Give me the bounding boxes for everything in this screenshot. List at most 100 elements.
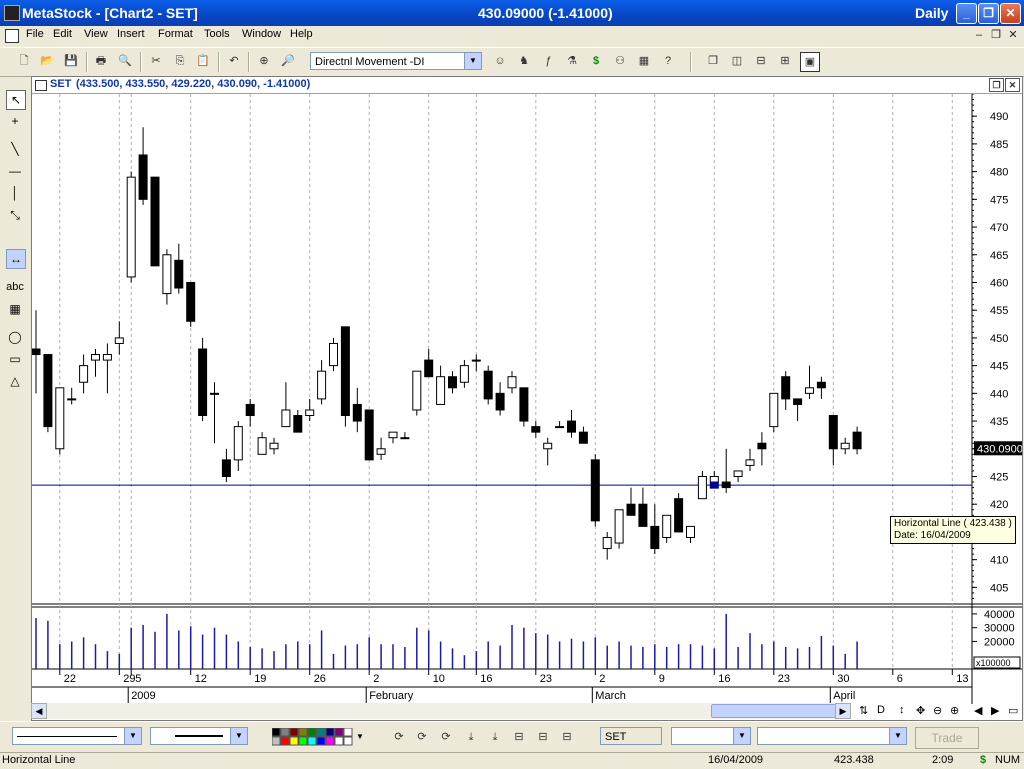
cascade-icon[interactable]: ❐ <box>704 52 722 70</box>
palette-swatch[interactable] <box>316 736 326 746</box>
palette-swatch[interactable] <box>289 736 299 746</box>
menu-window[interactable]: Window <box>242 28 281 40</box>
palette-swatch[interactable] <box>280 736 290 746</box>
zoom-in-icon[interactable]: ⊕ <box>950 704 959 717</box>
palette-chevron-icon[interactable]: ▼ <box>356 732 364 741</box>
periodicity-select[interactable]: ▼ <box>671 727 751 745</box>
palette-swatch[interactable] <box>325 736 335 746</box>
pointer-icon[interactable]: ↖ <box>6 90 26 110</box>
palette-swatch[interactable] <box>343 736 353 746</box>
palette-swatch[interactable] <box>298 727 308 737</box>
triangle-icon[interactable]: △ <box>6 372 24 390</box>
palette-swatch[interactable] <box>343 727 353 737</box>
mdi-minimize-button[interactable]: – <box>972 28 986 42</box>
cut-icon[interactable]: ✂ <box>147 52 165 70</box>
print-preview-icon[interactable]: 🔍 <box>116 52 134 70</box>
zoom-icon[interactable]: 🔎 <box>279 52 297 70</box>
palette-swatch[interactable] <box>307 736 317 746</box>
close-button[interactable]: ✕ <box>1000 3 1021 24</box>
palette-swatch[interactable] <box>271 736 281 746</box>
rectangle-icon[interactable]: ▭ <box>6 350 24 368</box>
restore-button[interactable]: ❐ <box>978 3 999 24</box>
page-right-icon[interactable]: ▶ <box>991 704 999 717</box>
fibonacci-icon[interactable]: ⤡ <box>6 206 24 224</box>
chevron-down-icon[interactable]: ▼ <box>464 53 481 69</box>
indicator-select[interactable]: Directnl Movement -DI ▼ <box>310 52 482 70</box>
palette-swatch[interactable] <box>334 736 344 746</box>
menu-file[interactable]: File <box>26 28 44 40</box>
refresh-icon[interactable]: ⇅ <box>859 704 868 717</box>
open-icon[interactable]: 📂 <box>38 52 56 70</box>
palette-swatch[interactable] <box>298 736 308 746</box>
dollar-icon[interactable]: $ <box>587 52 605 70</box>
menu-edit[interactable]: Edit <box>53 28 72 40</box>
line-weight-select[interactable]: ▼ <box>150 727 248 745</box>
mdi-close-button[interactable]: ✕ <box>1006 28 1020 42</box>
palette-swatch[interactable] <box>325 727 335 737</box>
trade-button[interactable]: Trade <box>915 727 979 749</box>
print-icon[interactable]: 🖶 <box>92 52 110 70</box>
palette-swatch[interactable] <box>334 727 344 737</box>
chart-horizontal-scrollbar[interactable]: ◀ ▶ <box>31 703 851 719</box>
page-left-icon[interactable]: ◀ <box>974 704 982 717</box>
save-icon[interactable]: 💾 <box>62 52 80 70</box>
grid-tool-icon[interactable]: ▦ <box>6 300 24 318</box>
inner-window-bottom-icon[interactable]: ⊟ <box>558 728 576 746</box>
explorer-icon[interactable]: ♞ <box>515 52 533 70</box>
ellipse-icon[interactable]: ◯ <box>6 328 24 346</box>
menu-tools[interactable]: Tools <box>204 28 230 40</box>
palette-swatch[interactable] <box>271 727 281 737</box>
crosshair-tool-icon[interactable]: + <box>6 112 24 130</box>
tile-horizontal-icon[interactable]: ⊟ <box>752 52 770 70</box>
inner-window-top-icon[interactable]: ⊟ <box>510 728 528 746</box>
menu-view[interactable]: View <box>84 28 108 40</box>
palette-swatch[interactable] <box>316 727 326 737</box>
color-palette[interactable] <box>271 727 356 746</box>
insert-inner-window-icon[interactable]: ⤓ <box>462 728 480 746</box>
system-tester-icon[interactable]: ⚗ <box>563 52 581 70</box>
minimize-button[interactable]: _ <box>956 3 977 24</box>
tile-grid-icon[interactable]: ⊞ <box>776 52 794 70</box>
crosshair-icon[interactable]: ⊕ <box>255 52 273 70</box>
palette-swatch[interactable] <box>280 727 290 737</box>
calendar-icon[interactable]: ▦ <box>635 52 653 70</box>
scroll-left-button[interactable]: ◀ <box>31 703 47 719</box>
refresh-data-icon[interactable]: ⟳ <box>390 728 408 746</box>
chevron-down-icon[interactable]: ▼ <box>889 728 906 744</box>
inner-window-mid-icon[interactable]: ⊟ <box>534 728 552 746</box>
chart-close-button[interactable]: ✕ <box>1005 78 1020 92</box>
symbol-field[interactable]: SET <box>600 727 662 745</box>
price-chart[interactable]: 22 29 5 12 19 26 2 10 16 23 2 9 16 23 30 6 132009 Februar… <box>32 94 1022 704</box>
text-tool-icon[interactable]: abc <box>6 278 24 296</box>
tile-vertical-icon[interactable]: ◫ <box>728 52 746 70</box>
formula-icon[interactable]: ƒ <box>539 52 557 70</box>
layout-icon[interactable]: ▣ <box>800 52 820 72</box>
chevron-down-icon[interactable]: ▼ <box>733 728 750 744</box>
horizontal-line-icon[interactable]: — <box>6 162 24 180</box>
expand-icon[interactable]: ▭ <box>1008 704 1018 717</box>
palette-swatch[interactable] <box>307 727 317 737</box>
scroll-right-button[interactable]: ▶ <box>835 703 851 719</box>
menu-format[interactable]: Format <box>158 28 193 40</box>
help-pointer-icon[interactable]: ? <box>659 52 677 70</box>
vertical-scale-icon[interactable]: ↕ <box>899 704 905 716</box>
scroll-thumb[interactable] <box>711 704 838 718</box>
new-icon[interactable]: 🗋 <box>15 52 33 70</box>
vertical-line-icon[interactable]: │ <box>6 184 24 202</box>
template-select[interactable]: ▼ <box>757 727 907 745</box>
menu-help[interactable]: Help <box>290 28 313 40</box>
zoom-out-icon[interactable]: ⊖ <box>933 704 942 717</box>
insert-window-icon[interactable]: ⤓ <box>486 728 504 746</box>
move-icon[interactable]: ✥ <box>916 704 925 717</box>
menu-insert[interactable]: Insert <box>117 28 145 40</box>
refresh-all-icon[interactable]: ⟳ <box>413 728 431 746</box>
scale-icon[interactable]: ↔ <box>6 249 26 269</box>
chart-restore-button[interactable]: ❐ <box>989 78 1004 92</box>
trendline-icon[interactable]: ╲ <box>6 140 24 158</box>
undo-icon[interactable]: ↶ <box>225 52 243 70</box>
line-style-select[interactable]: ▼ <box>12 727 142 745</box>
paste-icon[interactable]: 📋 <box>194 52 212 70</box>
refresh-window-icon[interactable]: ⟳ <box>437 728 455 746</box>
chevron-down-icon[interactable]: ▼ <box>230 728 247 744</box>
copy-icon[interactable]: ⎘ <box>171 52 189 70</box>
